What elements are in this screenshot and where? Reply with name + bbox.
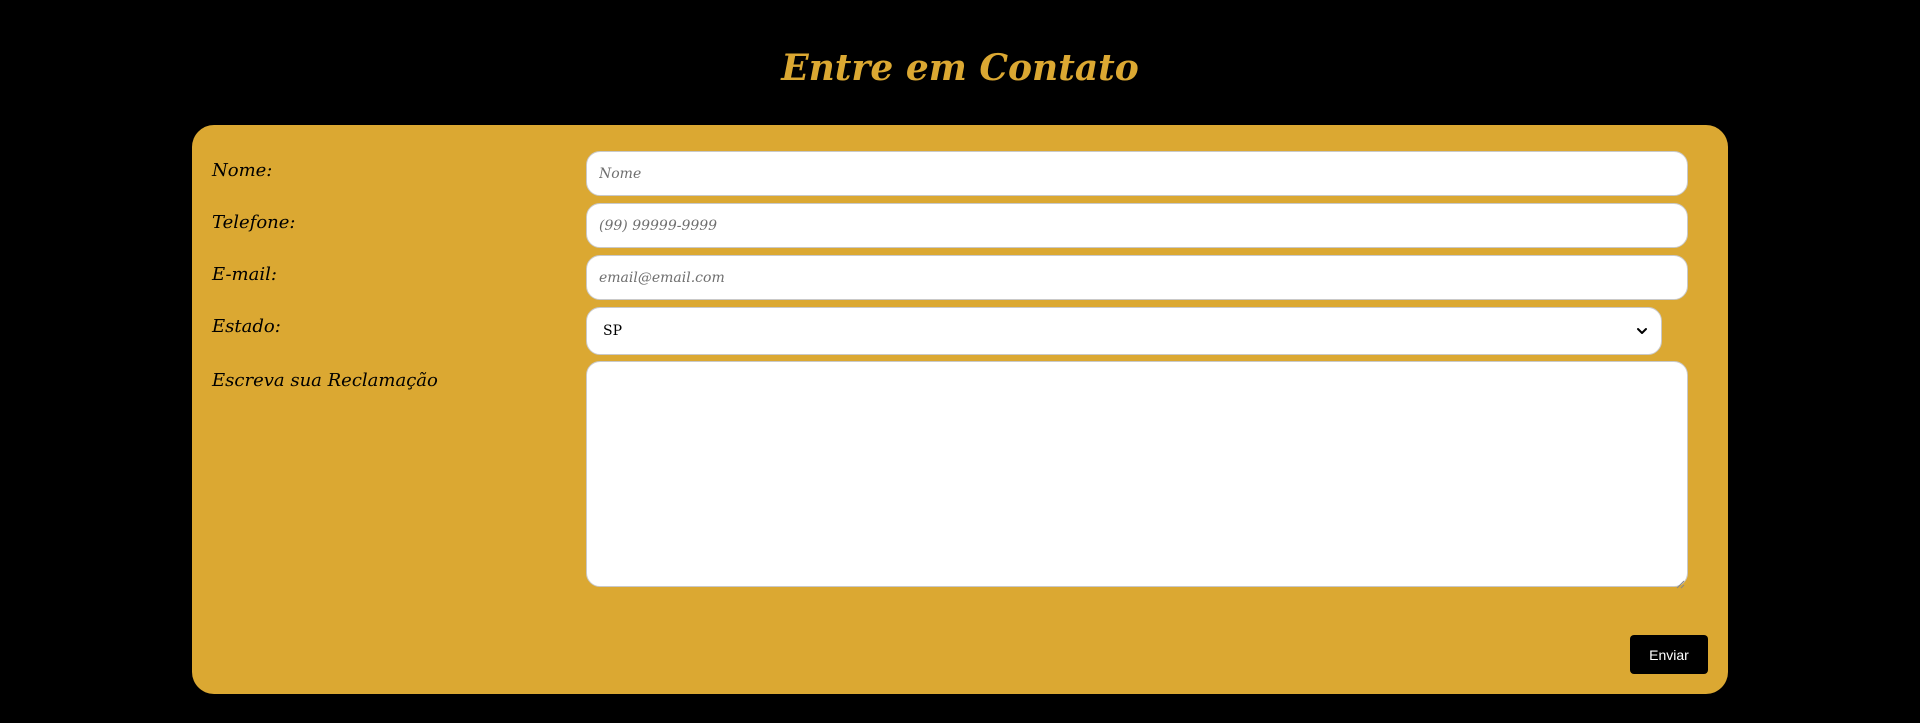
name-input[interactable] (586, 151, 1688, 196)
complaint-label: Escreva sua Reclamação (212, 370, 438, 391)
email-label: E-mail: (212, 264, 277, 285)
complaint-textarea[interactable] (586, 361, 1688, 589)
page-title: Entre em Contato (781, 47, 1139, 89)
chevron-down-icon (1635, 324, 1649, 338)
phone-label: Telefone: (212, 212, 296, 233)
email-input[interactable] (586, 255, 1688, 300)
resize-handle-icon[interactable] (1675, 574, 1685, 589)
state-selected-value: SP (603, 323, 623, 339)
contact-page: Entre em Contato Nome: Telefone: E-mail:… (0, 0, 1920, 723)
state-select[interactable]: SP (586, 307, 1662, 355)
phone-input[interactable] (586, 203, 1688, 248)
state-label: Estado: (212, 316, 281, 337)
submit-button[interactable]: Enviar (1630, 635, 1708, 674)
name-label: Nome: (212, 160, 273, 181)
contact-form: Nome: Telefone: E-mail: Estado: SP Escre… (192, 125, 1728, 694)
